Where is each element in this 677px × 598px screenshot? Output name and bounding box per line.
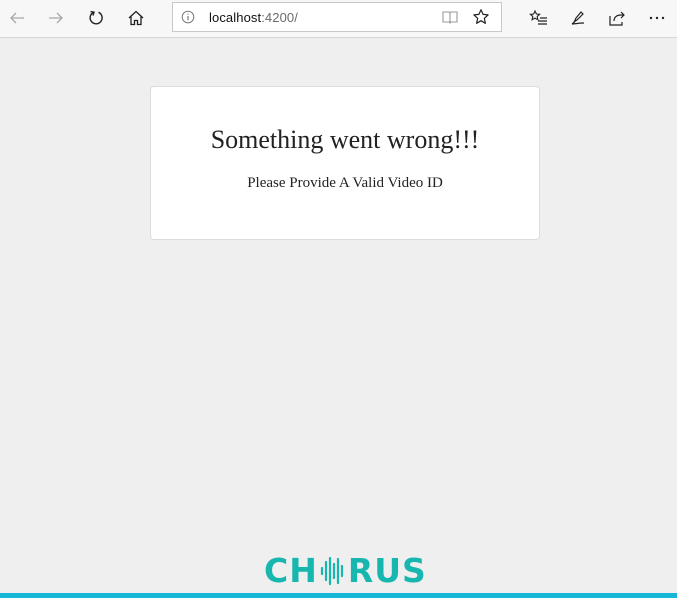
sound-wave-icon [320, 556, 343, 586]
back-button[interactable] [2, 4, 32, 32]
favorites-list-icon [529, 9, 547, 25]
address-bar[interactable]: localhost:4200/ [172, 2, 502, 32]
error-card: Something went wrong!!! Please Provide A… [150, 86, 540, 240]
logo-text-left: CH [264, 551, 318, 590]
share-icon [609, 11, 625, 26]
forward-button[interactable] [41, 4, 71, 32]
pen-icon [571, 11, 585, 25]
home-button[interactable] [121, 4, 151, 32]
url-host: localhost [209, 10, 262, 25]
error-title: Something went wrong!!! [210, 125, 480, 154]
refresh-icon [89, 10, 103, 25]
logo-text-right: RUS [347, 551, 427, 590]
ellipsis-icon [649, 16, 665, 20]
favorite-star-icon[interactable] [472, 8, 490, 26]
info-icon[interactable] [181, 10, 195, 24]
error-message: Please Provide A Valid Video ID [247, 175, 443, 191]
reading-view-icon[interactable] [441, 9, 459, 25]
url-text[interactable]: localhost:4200/ [209, 10, 298, 25]
bottom-accent-bar [0, 593, 677, 598]
favorites-button[interactable] [524, 4, 554, 32]
notes-button[interactable] [563, 4, 593, 32]
url-port: :4200/ [261, 10, 298, 25]
arrow-right-icon [49, 12, 63, 24]
refresh-button[interactable] [81, 4, 111, 32]
arrow-left-icon [10, 12, 24, 24]
browser-toolbar: localhost:4200/ [0, 0, 677, 38]
chorus-logo: CH RUS [264, 553, 427, 589]
share-button[interactable] [602, 4, 632, 32]
home-icon [128, 10, 144, 26]
more-button[interactable] [642, 4, 672, 32]
